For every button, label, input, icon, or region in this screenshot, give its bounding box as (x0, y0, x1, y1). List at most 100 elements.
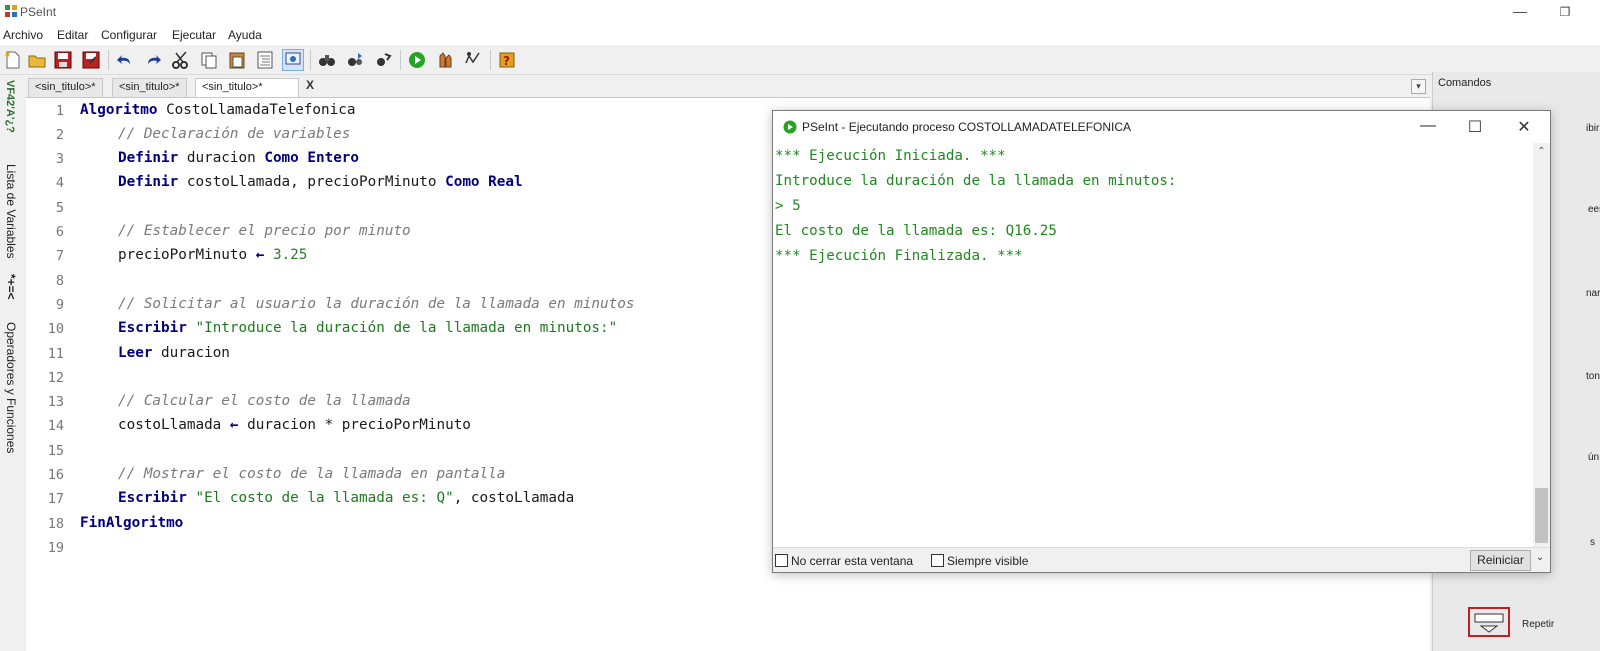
line-number: 14 (47, 418, 64, 434)
search-icon[interactable] (282, 49, 304, 71)
keep-open-checkbox[interactable] (775, 554, 788, 567)
line-number: 8 (55, 273, 64, 289)
paste-icon[interactable] (226, 49, 248, 71)
indent-icon[interactable] (254, 49, 276, 71)
menu-ejecutar[interactable]: Ejecutar (172, 28, 216, 42)
app-icon (4, 4, 18, 18)
operators-icon: *+=< (4, 274, 18, 300)
menu-bar: Archivo Editar Configurar Ejecutar Ayuda (0, 25, 1600, 45)
minimize-button[interactable]: — (1505, 0, 1535, 25)
code-comment: // Establecer el precio por minuto (118, 223, 411, 239)
line-number: 13 (47, 394, 64, 410)
commands-panel-title: Comandos (1438, 77, 1492, 89)
tab-bar: <sin_titulo>* <sin_titulo>* <sin_titulo>… (26, 76, 1430, 97)
line-number: 5 (55, 200, 64, 216)
line-number: 16 (47, 467, 64, 483)
scrollbar-thumb[interactable] (1535, 488, 1548, 543)
code-comment: // Calcular el costo de la llamada (118, 393, 411, 409)
console-line: > 5 (775, 198, 801, 214)
open-folder-icon[interactable] (26, 49, 48, 71)
find-next-icon[interactable] (344, 49, 366, 71)
menu-editar[interactable]: Editar (57, 28, 88, 42)
step-by-step-icon[interactable] (434, 49, 456, 71)
svg-text:?: ? (503, 54, 510, 68)
code-line: Leer duracion (118, 345, 230, 361)
execution-window: PSeInt - Ejecutando proceso COSTOLLAMADA… (772, 110, 1551, 573)
variables-list-tab[interactable]: Lista de Variables (4, 164, 18, 259)
line-number: 6 (55, 224, 64, 240)
code-line: precioPorMinuto ← 3.25 (118, 247, 308, 263)
command-asignar[interactable]: nar (1586, 288, 1600, 299)
replace-icon[interactable] (372, 49, 394, 71)
code-line: costoLlamada ← duracion * precioPorMinut… (118, 417, 471, 433)
code-comment: // Mostrar el costo de la llamada en pan… (118, 466, 506, 482)
menu-configurar[interactable]: Configurar (101, 28, 157, 42)
redo-icon[interactable] (142, 49, 164, 71)
line-number: 1 (55, 103, 64, 119)
operators-functions-tab[interactable]: Operadores y Funciones (4, 322, 18, 453)
line-number: 10 (47, 321, 64, 337)
console-line: El costo de la llamada es: Q16.25 (775, 223, 1057, 239)
chevron-up-icon[interactable]: ⌃ (1533, 143, 1550, 160)
command-segun[interactable]: ún (1588, 452, 1599, 463)
run-icon[interactable] (406, 49, 428, 71)
line-number: 9 (55, 297, 64, 313)
tab-sin-titulo-2[interactable]: <sin_titulo>* (112, 78, 187, 97)
save-as-icon[interactable] (80, 49, 102, 71)
title-bar: PSeInt — ❐ (0, 0, 1600, 25)
command-repetir[interactable]: Repetir (1522, 619, 1554, 630)
chevron-down-icon[interactable]: ▾ (1411, 79, 1426, 94)
code-line: Algoritmo CostoLlamadaTelefonica (80, 102, 356, 118)
close-button[interactable]: ✕ (1509, 117, 1539, 137)
close-tab-icon[interactable]: X (306, 78, 314, 92)
line-number: 11 (47, 346, 64, 362)
execution-options-bar: No cerrar esta ventana Siempre visible R… (773, 547, 1550, 572)
copy-icon[interactable] (198, 49, 220, 71)
command-leer[interactable]: eer (1588, 204, 1600, 215)
toolbar-separator (108, 50, 109, 70)
tab-sin-titulo-3[interactable]: <sin_titulo>* (195, 78, 299, 97)
toolbar-separator (400, 50, 401, 70)
app-title: PSeInt (20, 5, 57, 19)
console-line: *** Ejecución Finalizada. *** (775, 248, 1023, 264)
console-scrollbar[interactable]: ⌃ (1533, 143, 1550, 547)
run-icon (783, 120, 797, 137)
line-number: 4 (55, 175, 64, 191)
new-file-icon[interactable] (2, 49, 24, 71)
code-line: FinAlgoritmo (80, 515, 184, 531)
always-visible-label[interactable]: Siempre visible (947, 554, 1028, 568)
code-line: Escribir "El costo de la llamada es: Q",… (118, 490, 575, 506)
restart-button[interactable]: Reiniciar (1470, 550, 1531, 571)
code-line: Definir duracion Como Entero (118, 150, 360, 166)
code-comment: // Solicitar al usuario la duración de l… (118, 296, 635, 312)
line-number: 3 (55, 151, 64, 167)
toolbar-separator (310, 50, 311, 70)
minimize-button[interactable]: — (1413, 117, 1443, 137)
console-output[interactable]: *** Ejecución Iniciada. *** Introduce la… (773, 143, 1533, 547)
execution-title: PSeInt - Ejecutando proceso COSTOLLAMADA… (802, 120, 1132, 134)
always-visible-checkbox[interactable] (931, 554, 944, 567)
toolbar: ? (0, 45, 1600, 75)
tab-sin-titulo-1[interactable]: <sin_titulo>* (28, 78, 103, 97)
command-si-entonces[interactable]: tonc (1586, 371, 1600, 382)
menu-archivo[interactable]: Archivo (3, 28, 43, 42)
binoculars-icon[interactable] (316, 49, 338, 71)
maximize-button[interactable]: ❐ (1550, 0, 1580, 25)
save-icon[interactable] (52, 49, 74, 71)
toolbar-separator (490, 50, 491, 70)
command-escribir[interactable]: ibir (1586, 123, 1599, 134)
menu-ayuda[interactable]: Ayuda (228, 28, 262, 42)
undo-icon[interactable] (114, 49, 136, 71)
line-number: 19 (47, 540, 64, 556)
command-mientras[interactable]: s (1590, 537, 1595, 548)
repeat-flowchart-icon[interactable] (1467, 606, 1511, 638)
line-number: 18 (47, 516, 64, 532)
keep-open-label[interactable]: No cerrar esta ventana (791, 554, 913, 568)
flowchart-icon[interactable] (462, 49, 484, 71)
left-side-panel: VF42'A'¿? Lista de Variables *+=< Operad… (0, 76, 26, 651)
chevron-down-icon[interactable]: ⌄ (1533, 552, 1547, 563)
code-comment: // Declaración de variables (118, 126, 351, 142)
help-icon[interactable]: ? (496, 49, 518, 71)
maximize-button[interactable]: ☐ (1460, 117, 1490, 137)
cut-icon[interactable] (170, 49, 192, 71)
